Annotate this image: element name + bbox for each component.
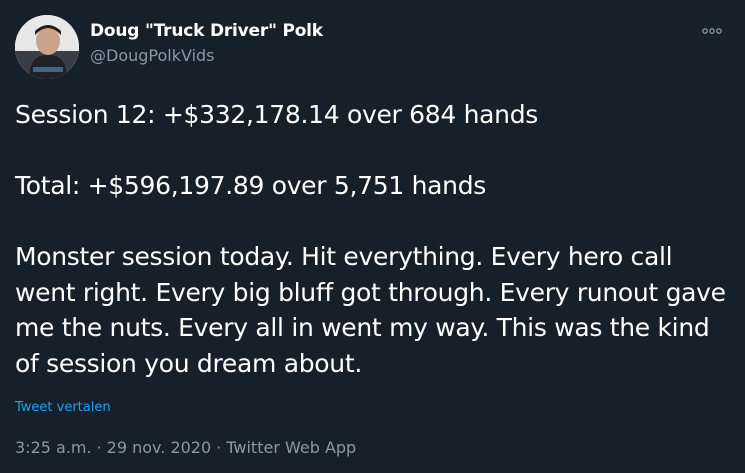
author-display-name[interactable]: Doug "Truck Driver" Polk	[90, 21, 323, 41]
tweet-metadata: 3:25 a.m. · 29 nov. 2020 · Twitter Web App	[15, 438, 356, 457]
tweet-text: Session 12: +$332,178.14 over 684 hands …	[15, 97, 730, 381]
more-options-icon	[702, 28, 722, 34]
author-handle[interactable]: @DougPolkVids	[90, 46, 215, 65]
translate-tweet-link[interactable]: Tweet vertalen	[15, 400, 111, 415]
tweet-paragraph: Monster session today. Hit everything. E…	[15, 242, 726, 378]
more-options-button[interactable]	[697, 18, 727, 44]
tweet-paragraph: Total: +$596,197.89 over 5,751 hands	[15, 171, 487, 200]
tweet-card: Doug "Truck Driver" Polk @DougPolkVids S…	[0, 0, 745, 473]
meta-separator: ·	[216, 438, 222, 457]
meta-separator: ·	[96, 438, 102, 457]
tweet-date[interactable]: 29 nov. 2020	[107, 438, 212, 457]
tweet-source[interactable]: Twitter Web App	[226, 438, 356, 457]
avatar[interactable]	[15, 15, 79, 79]
profile-photo-icon	[15, 15, 79, 79]
tweet-paragraph: Session 12: +$332,178.14 over 684 hands	[15, 100, 539, 129]
tweet-time[interactable]: 3:25 a.m.	[15, 438, 92, 457]
